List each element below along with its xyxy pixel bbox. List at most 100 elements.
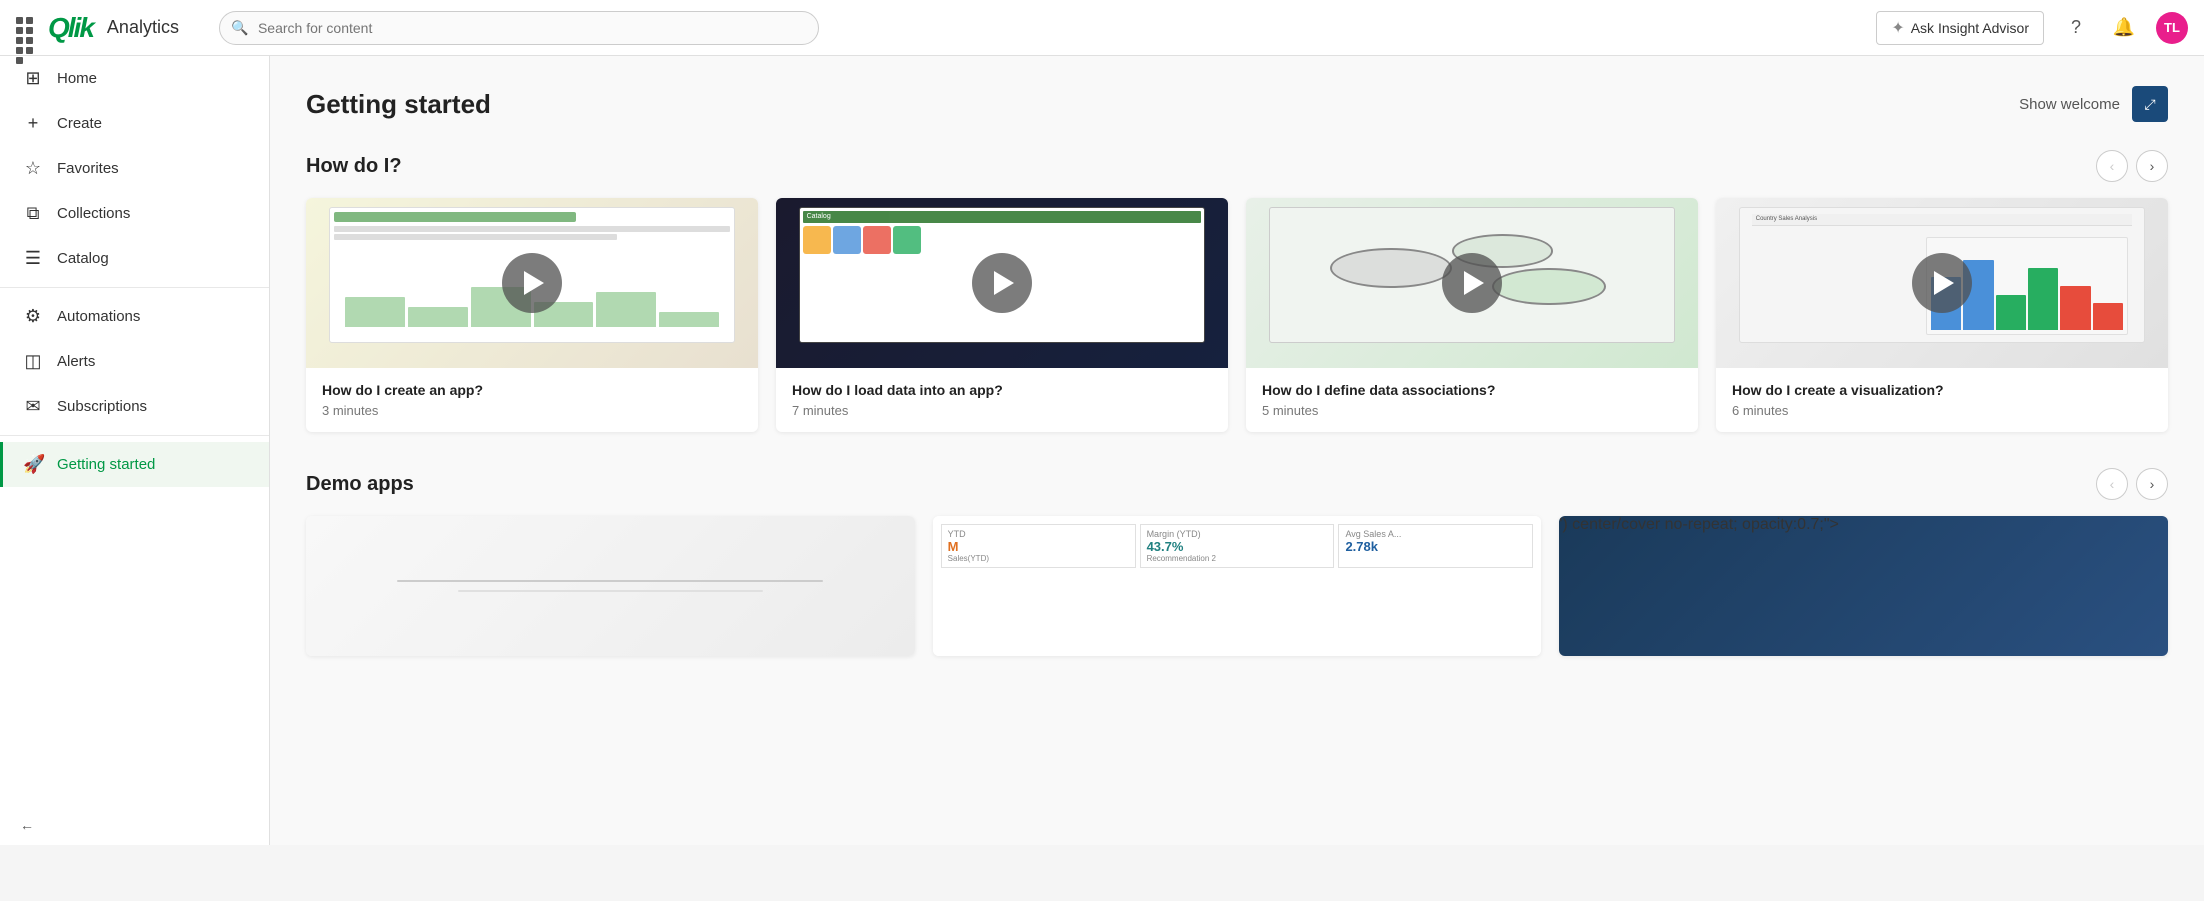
video-card-create-app[interactable]: How do I create an app? 3 minutes	[306, 198, 758, 432]
automations-icon: ⚙	[23, 306, 43, 327]
help-button[interactable]: ?	[2060, 12, 2092, 44]
collections-icon: ⧉	[23, 203, 43, 224]
create-icon: +	[23, 113, 43, 134]
demo-card-3[interactable]: ') center/cover no-repeat; opacity:0.7;"…	[1559, 516, 2168, 656]
topbar: Qlik Analytics 🔍 ✦ Ask Insight Advisor ?…	[0, 0, 2204, 56]
video-thumbnail-2: Catalog	[776, 198, 1228, 368]
sidebar-label-alerts: Alerts	[57, 353, 95, 370]
sidebar-divider-2	[0, 435, 269, 436]
sidebar-item-automations[interactable]: ⚙ Automations	[0, 294, 269, 339]
how-do-i-nav-arrows: ‹ ›	[2096, 150, 2168, 182]
insight-advisor-button[interactable]: ✦ Ask Insight Advisor	[1876, 11, 2044, 45]
sidebar-label-home: Home	[57, 70, 97, 87]
video-thumbnail-4: Country Sales Analysis	[1716, 198, 2168, 368]
video-info-2: How do I load data into an app? 7 minute…	[776, 368, 1228, 432]
demo-cards-row: YTD M Sales(YTD) Margin (YTD) 43.7% Reco…	[306, 516, 2168, 656]
favorites-icon: ☆	[23, 158, 43, 179]
video-duration-2: 7 minutes	[792, 403, 1212, 418]
demo-card-2[interactable]: YTD M Sales(YTD) Margin (YTD) 43.7% Reco…	[933, 516, 1542, 656]
search-input[interactable]	[219, 11, 819, 45]
demo-apps-nav-arrows: ‹ ›	[2096, 468, 2168, 500]
main-content: Getting started Show welcome ⤢ How do I?…	[270, 56, 2204, 845]
sidebar: ⊞ Home + Create ☆ Favorites ⧉ Collection…	[0, 56, 270, 845]
metric-avg-sales: Avg Sales A... 2.78k	[1338, 524, 1533, 568]
video-title-3: How do I define data associations?	[1262, 382, 1682, 398]
how-do-i-section-header: How do I? ‹ ›	[306, 150, 2168, 182]
subscriptions-icon: ✉	[23, 396, 43, 417]
video-title-4: How do I create a visualization?	[1732, 382, 2152, 398]
demo-card-content-3: ') center/cover no-repeat; opacity:0.7;"…	[1559, 516, 2168, 656]
video-thumbnail-3	[1246, 198, 1698, 368]
expand-button[interactable]: ⤢	[2132, 86, 2168, 122]
sidebar-item-getting-started[interactable]: 🚀 Getting started	[0, 442, 269, 487]
app-name: Analytics	[107, 17, 179, 38]
topbar-left: Qlik Analytics	[16, 12, 179, 44]
sidebar-collapse-button[interactable]: ←	[0, 805, 269, 845]
play-btn-1[interactable]	[502, 253, 562, 313]
sidebar-item-favorites[interactable]: ☆ Favorites	[0, 146, 269, 191]
sparkle-icon: ✦	[1891, 18, 1904, 38]
page-title: Getting started	[306, 89, 491, 120]
demo-apps-next-button[interactable]: ›	[2136, 468, 2168, 500]
sidebar-item-create[interactable]: + Create	[0, 101, 269, 146]
sidebar-divider	[0, 287, 269, 288]
sidebar-item-collections[interactable]: ⧉ Collections	[0, 191, 269, 236]
layout: ⊞ Home + Create ☆ Favorites ⧉ Collection…	[0, 56, 2204, 845]
video-info-1: How do I create an app? 3 minutes	[306, 368, 758, 432]
show-welcome-link[interactable]: Show welcome	[2019, 96, 2120, 113]
grid-menu-icon[interactable]	[16, 17, 38, 39]
sidebar-label-subscriptions: Subscriptions	[57, 398, 147, 415]
sidebar-label-getting-started: Getting started	[57, 456, 155, 473]
video-duration-1: 3 minutes	[322, 403, 742, 418]
topbar-right: ✦ Ask Insight Advisor ? 🔔 TL	[1876, 11, 2188, 45]
video-card-load-data[interactable]: Catalog How do I load data into an app?	[776, 198, 1228, 432]
sidebar-label-catalog: Catalog	[57, 250, 109, 267]
search-icon: 🔍	[231, 19, 248, 36]
video-thumbnail-1	[306, 198, 758, 368]
demo-apps-title: Demo apps	[306, 473, 414, 496]
play-btn-2[interactable]	[972, 253, 1032, 313]
sidebar-label-favorites: Favorites	[57, 160, 119, 177]
catalog-icon: ☰	[23, 248, 43, 269]
notifications-button[interactable]: 🔔	[2108, 12, 2140, 44]
sidebar-item-alerts[interactable]: ◫ Alerts	[0, 339, 269, 384]
metric-ytd: YTD M Sales(YTD)	[941, 524, 1136, 568]
how-do-i-next-button[interactable]: ›	[2136, 150, 2168, 182]
expand-icon: ⤢	[2144, 96, 2155, 113]
video-cards-row: How do I create an app? 3 minutes Catalo…	[306, 198, 2168, 432]
alerts-icon: ◫	[23, 351, 43, 372]
sidebar-label-collections: Collections	[57, 205, 130, 222]
getting-started-icon: 🚀	[23, 454, 43, 475]
sidebar-label-automations: Automations	[57, 308, 140, 325]
search-bar-container: 🔍	[219, 11, 819, 45]
play-btn-3[interactable]	[1442, 253, 1502, 313]
demo-card-content-1	[306, 516, 915, 656]
play-btn-4[interactable]	[1912, 253, 1972, 313]
getting-started-header: Getting started Show welcome ⤢	[306, 86, 2168, 122]
demo-card-1[interactable]	[306, 516, 915, 656]
demo-apps-prev-button[interactable]: ‹	[2096, 468, 2128, 500]
video-duration-4: 6 minutes	[1732, 403, 2152, 418]
video-title-1: How do I create an app?	[322, 382, 742, 398]
home-icon: ⊞	[23, 68, 43, 89]
video-card-data-associations[interactable]: How do I define data associations? 5 min…	[1246, 198, 1698, 432]
sidebar-item-catalog[interactable]: ☰ Catalog	[0, 236, 269, 281]
demo-apps-section-header: Demo apps ‹ ›	[306, 468, 2168, 500]
video-info-4: How do I create a visualization? 6 minut…	[1716, 368, 2168, 432]
sidebar-label-create: Create	[57, 115, 102, 132]
video-info-3: How do I define data associations? 5 min…	[1246, 368, 1698, 432]
header-right: Show welcome ⤢	[2019, 86, 2168, 122]
sidebar-item-subscriptions[interactable]: ✉ Subscriptions	[0, 384, 269, 429]
how-do-i-prev-button[interactable]: ‹	[2096, 150, 2128, 182]
demo-card-content-2: YTD M Sales(YTD) Margin (YTD) 43.7% Reco…	[933, 516, 1542, 656]
metric-margin: Margin (YTD) 43.7% Recommendation 2	[1140, 524, 1335, 568]
user-avatar[interactable]: TL	[2156, 12, 2188, 44]
how-do-i-title: How do I?	[306, 155, 402, 178]
sidebar-item-home[interactable]: ⊞ Home	[0, 56, 269, 101]
video-card-create-viz[interactable]: Country Sales Analysis	[1716, 198, 2168, 432]
collapse-icon: ←	[20, 817, 34, 833]
video-title-2: How do I load data into an app?	[792, 382, 1212, 398]
video-duration-3: 5 minutes	[1262, 403, 1682, 418]
insight-btn-label: Ask Insight Advisor	[1911, 20, 2029, 36]
qlik-logo: Qlik	[48, 12, 93, 44]
